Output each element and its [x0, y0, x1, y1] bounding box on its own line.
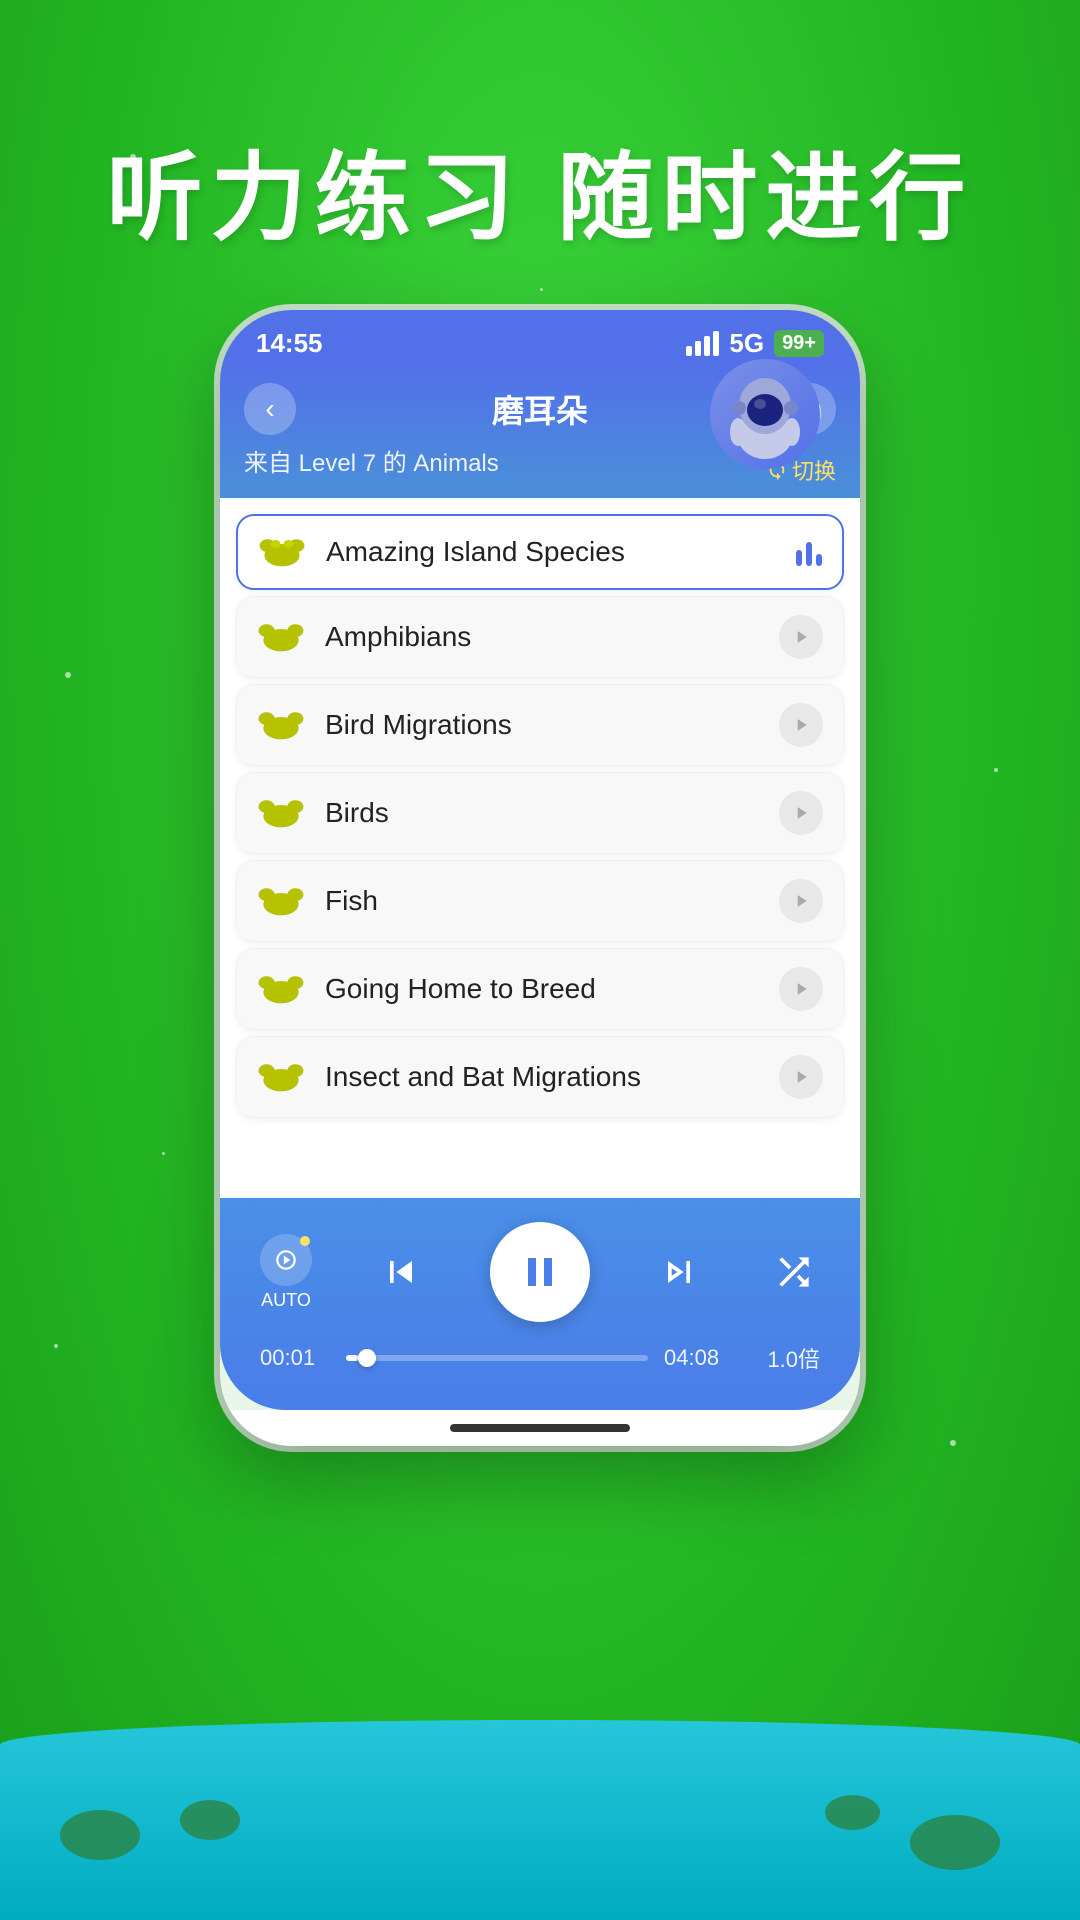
play-btn-4[interactable] [779, 791, 823, 835]
lily-pad-4 [825, 1795, 880, 1830]
play-icon-4 [791, 803, 811, 823]
track-item-amphibians[interactable]: Amphibians [236, 596, 844, 678]
phone-frame: 14:55 5G 99+ ‹ ♪ 磨耳朵 [220, 310, 860, 1446]
bear-icon-7 [257, 1059, 305, 1095]
pause-icon [516, 1248, 564, 1296]
track-item-bird-migrations[interactable]: Bird Migrations [236, 684, 844, 766]
player-controls: AUTO [220, 1198, 860, 1410]
current-time: 00:01 [260, 1345, 330, 1371]
play-btn-5[interactable] [779, 879, 823, 923]
astronaut-svg [720, 364, 810, 464]
signal-bar-4 [713, 331, 719, 356]
bar-3 [816, 554, 822, 566]
bear-icon-1 [258, 534, 306, 570]
bear-icon-6 [257, 971, 305, 1007]
bear-icon-3 [257, 707, 305, 743]
water-bg [0, 1720, 1080, 1920]
track-name-2: Amphibians [325, 621, 759, 653]
track-name-5: Fish [325, 885, 759, 917]
status-right: 5G 99+ [686, 328, 824, 359]
auto-icon [260, 1234, 312, 1286]
next-button[interactable] [649, 1242, 709, 1302]
lily-pad-3 [910, 1815, 1000, 1870]
track-item-going-home[interactable]: Going Home to Breed [236, 948, 844, 1030]
astronaut-decoration [710, 359, 840, 489]
total-time: 04:08 [664, 1345, 734, 1371]
battery-indicator: 99+ [774, 330, 824, 357]
astronaut-circle [710, 359, 820, 469]
play-icon-5 [791, 891, 811, 911]
track-item-fish[interactable]: Fish [236, 860, 844, 942]
app-title: 磨耳朵 [492, 386, 588, 432]
progress-track[interactable] [346, 1355, 648, 1361]
lily-pad-1 [60, 1810, 140, 1860]
bear-icon-5 [257, 883, 305, 919]
play-icon-2 [791, 627, 811, 647]
progress-dot[interactable] [358, 1349, 376, 1367]
bear-icon-2 [257, 619, 305, 655]
auto-label: AUTO [261, 1290, 311, 1311]
play-btn-6[interactable] [779, 967, 823, 1011]
play-btn-7[interactable] [779, 1055, 823, 1099]
play-pause-button[interactable] [490, 1222, 590, 1322]
previous-icon [379, 1250, 423, 1294]
hero-text: 听力练习 随时进行 [0, 120, 1080, 259]
play-btn-3[interactable] [779, 703, 823, 747]
lily-pad-2 [180, 1800, 240, 1840]
next-icon [657, 1250, 701, 1294]
bottom-scene [0, 1640, 1080, 1920]
phone-mockup: 14:55 5G 99+ ‹ ♪ 磨耳朵 [220, 310, 860, 1446]
network-label: 5G [729, 328, 764, 359]
shuffle-button[interactable] [768, 1246, 820, 1298]
shuffle-icon [772, 1250, 816, 1294]
track-name-4: Birds [325, 797, 759, 829]
app-header: ‹ ♪ 磨耳朵 来自 Level 7 的 Animals 切换 [220, 369, 860, 498]
track-list: Amazing Island Species Amphibians [220, 498, 860, 1198]
track-name-3: Bird Migrations [325, 709, 759, 741]
signal-bars [686, 331, 719, 356]
play-btn-2[interactable] [779, 615, 823, 659]
auto-svg-icon [273, 1247, 299, 1273]
active-bars [796, 538, 822, 566]
home-bar [450, 1424, 630, 1432]
bar-2 [806, 542, 812, 566]
status-time: 14:55 [256, 328, 323, 359]
signal-bar-3 [704, 336, 710, 356]
play-icon-7 [791, 1067, 811, 1087]
track-name-6: Going Home to Breed [325, 973, 759, 1005]
bear-icon-4 [257, 795, 305, 831]
progress-fill [346, 1355, 358, 1361]
track-item-amazing-island-species[interactable]: Amazing Island Species [236, 514, 844, 590]
play-icon-3 [791, 715, 811, 735]
track-name-7: Insect and Bat Migrations [325, 1061, 759, 1093]
signal-bar-1 [686, 346, 692, 356]
bar-1 [796, 550, 802, 566]
auto-dot [300, 1236, 310, 1246]
track-name-1: Amazing Island Species [326, 536, 776, 568]
signal-bar-2 [695, 341, 701, 356]
auto-button[interactable]: AUTO [260, 1234, 312, 1311]
speed-label[interactable]: 1.0倍 [750, 1342, 820, 1374]
play-icon-6 [791, 979, 811, 999]
home-indicator [220, 1410, 860, 1446]
progress-row: 00:01 04:08 1.0倍 [260, 1342, 820, 1374]
controls-row: AUTO [260, 1222, 820, 1322]
track-item-birds[interactable]: Birds [236, 772, 844, 854]
track-item-insect-bat[interactable]: Insect and Bat Migrations [236, 1036, 844, 1118]
back-button[interactable]: ‹ [244, 383, 296, 435]
previous-button[interactable] [371, 1242, 431, 1302]
